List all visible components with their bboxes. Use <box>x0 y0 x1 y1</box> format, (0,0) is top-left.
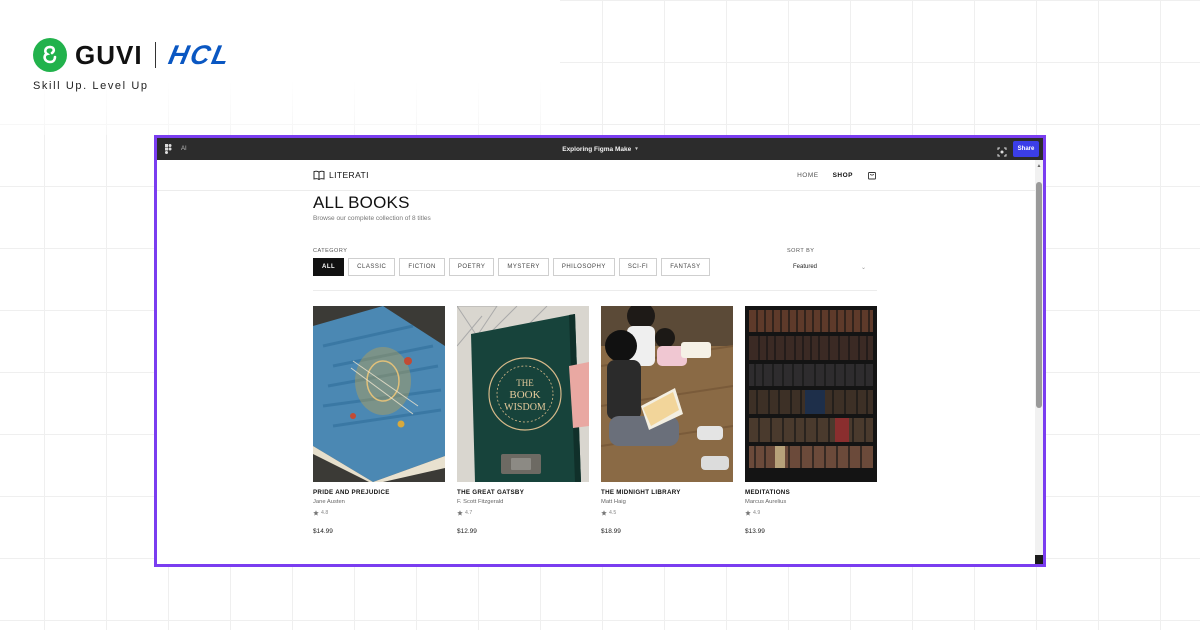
page-title: ALL BOOKS <box>313 193 410 212</box>
book-rating-value: 4.9 <box>753 510 761 516</box>
category-chip-fantasy[interactable]: FANTASY <box>661 258 710 276</box>
focus-mode-icon[interactable] <box>997 144 1007 157</box>
book-rating: 4.7 <box>457 510 589 516</box>
book-price: $12.99 <box>457 528 477 535</box>
site-header: LITERATI HOME SHOP <box>313 160 877 190</box>
sort-value: Featured <box>793 264 818 270</box>
open-book-icon <box>313 170 325 180</box>
star-icon <box>745 510 751 516</box>
book-card[interactable]: PRIDE AND PREJUDICE Jane Austen 4.8 $14.… <box>313 306 445 535</box>
book-rating: 4.5 <box>601 510 733 516</box>
svg-text:BOOK: BOOK <box>509 389 540 401</box>
book-title[interactable]: PRIDE AND PREJUDICE <box>313 489 445 496</box>
book-grid: PRIDE AND PREJUDICE Jane Austen 4.8 $14.… <box>313 306 877 535</box>
sort-label: SORT BY <box>787 248 815 254</box>
brand-header: GUVI HCL Skill Up. Level Up <box>33 38 234 92</box>
book-author: Matt Haig <box>601 499 626 505</box>
chevron-down-icon: ⌄ <box>860 264 866 271</box>
book-title[interactable]: THE MIDNIGHT LIBRARY <box>601 489 733 496</box>
figma-make-window: AI Exploring Figma Make ▾ Share LITERATI <box>154 135 1046 567</box>
bookshelf-image[interactable] <box>745 306 877 482</box>
category-filters: ALL CLASSIC FICTION POETRY MYSTERY PHILO… <box>313 258 714 276</box>
category-chip-fiction[interactable]: FICTION <box>399 258 445 276</box>
nav-home[interactable]: HOME <box>797 172 819 179</box>
book-author: Marcus Aurelius <box>745 499 787 505</box>
book-author: F. Scott Fitzgerald <box>457 499 504 505</box>
header-divider <box>157 190 1035 191</box>
book-title[interactable]: MEDITATIONS <box>745 489 877 496</box>
ornate-blue-book-image[interactable] <box>313 306 445 482</box>
site-name: LITERATI <box>329 170 369 180</box>
hcl-wordmark: HCL <box>165 39 234 70</box>
sort-select[interactable]: Featured ⌄ <box>787 259 872 275</box>
scroll-up-arrow-icon[interactable]: ▲ <box>1036 163 1042 169</box>
site-nav: HOME SHOP <box>783 170 877 180</box>
site-logo[interactable]: LITERATI <box>313 170 369 180</box>
scrollbar-thumb[interactable] <box>1036 182 1042 408</box>
category-chip-classic[interactable]: CLASSIC <box>348 258 396 276</box>
book-rating-value: 4.8 <box>321 510 329 516</box>
category-chip-mystery[interactable]: MYSTERY <box>498 258 549 276</box>
book-rating-value: 4.5 <box>609 510 617 516</box>
book-price: $18.99 <box>601 528 621 535</box>
children-reading-image[interactable] <box>601 306 733 482</box>
category-chip-all[interactable]: ALL <box>313 258 345 276</box>
book-card[interactable]: THE MIDNIGHT LIBRARY Matt Haig 4.5 $18.9… <box>601 306 733 535</box>
category-chip-philosophy[interactable]: PHILOSOPHY <box>552 258 615 276</box>
category-label: CATEGORY <box>313 248 348 254</box>
guvi-logo-icon <box>33 38 67 72</box>
shopping-bag-icon[interactable] <box>867 170 877 180</box>
book-author: Jane Austen <box>313 499 345 505</box>
preview-canvas: LITERATI HOME SHOP ALL BOOKS Browse our … <box>157 160 1043 564</box>
chevron-down-icon: ▾ <box>635 146 638 152</box>
book-card[interactable]: MEDITATIONS Marcus Aurelius 4.9 $13.99 <box>745 306 877 535</box>
book-title[interactable]: THE GREAT GATSBY <box>457 489 589 496</box>
figma-toolbar: AI Exploring Figma Make ▾ Share <box>157 138 1043 160</box>
book-price: $14.99 <box>313 528 333 535</box>
category-chip-poetry[interactable]: POETRY <box>448 258 495 276</box>
scrollbar-corner <box>1035 555 1043 564</box>
star-icon <box>313 510 319 516</box>
nav-shop[interactable]: SHOP <box>833 172 853 179</box>
book-price: $13.99 <box>745 528 765 535</box>
svg-text:WISDOM: WISDOM <box>504 402 546 413</box>
share-button[interactable]: Share <box>1013 141 1039 157</box>
book-of-wisdom-image[interactable]: THE BOOK WISDOM <box>457 306 589 482</box>
brand-divider <box>154 42 156 68</box>
star-icon <box>601 510 607 516</box>
filter-divider <box>313 290 877 291</box>
guvi-wordmark: GUVI <box>75 39 143 70</box>
star-icon <box>457 510 463 516</box>
book-rating: 4.8 <box>313 510 445 516</box>
page-subtitle: Browse our complete collection of 8 titl… <box>313 215 431 222</box>
brand-tagline: Skill Up. Level Up <box>33 80 149 92</box>
category-chip-sci-fi[interactable]: SCI-FI <box>618 258 658 276</box>
file-title-text: Exploring Figma Make <box>562 145 632 153</box>
book-rating-value: 4.7 <box>465 510 473 516</box>
book-rating: 4.9 <box>745 510 877 516</box>
svg-text:THE: THE <box>516 378 534 388</box>
book-card[interactable]: THE BOOK WISDOM THE GREAT GATSBY F. Scot… <box>457 306 589 535</box>
file-title[interactable]: Exploring Figma Make ▾ <box>157 138 1043 160</box>
